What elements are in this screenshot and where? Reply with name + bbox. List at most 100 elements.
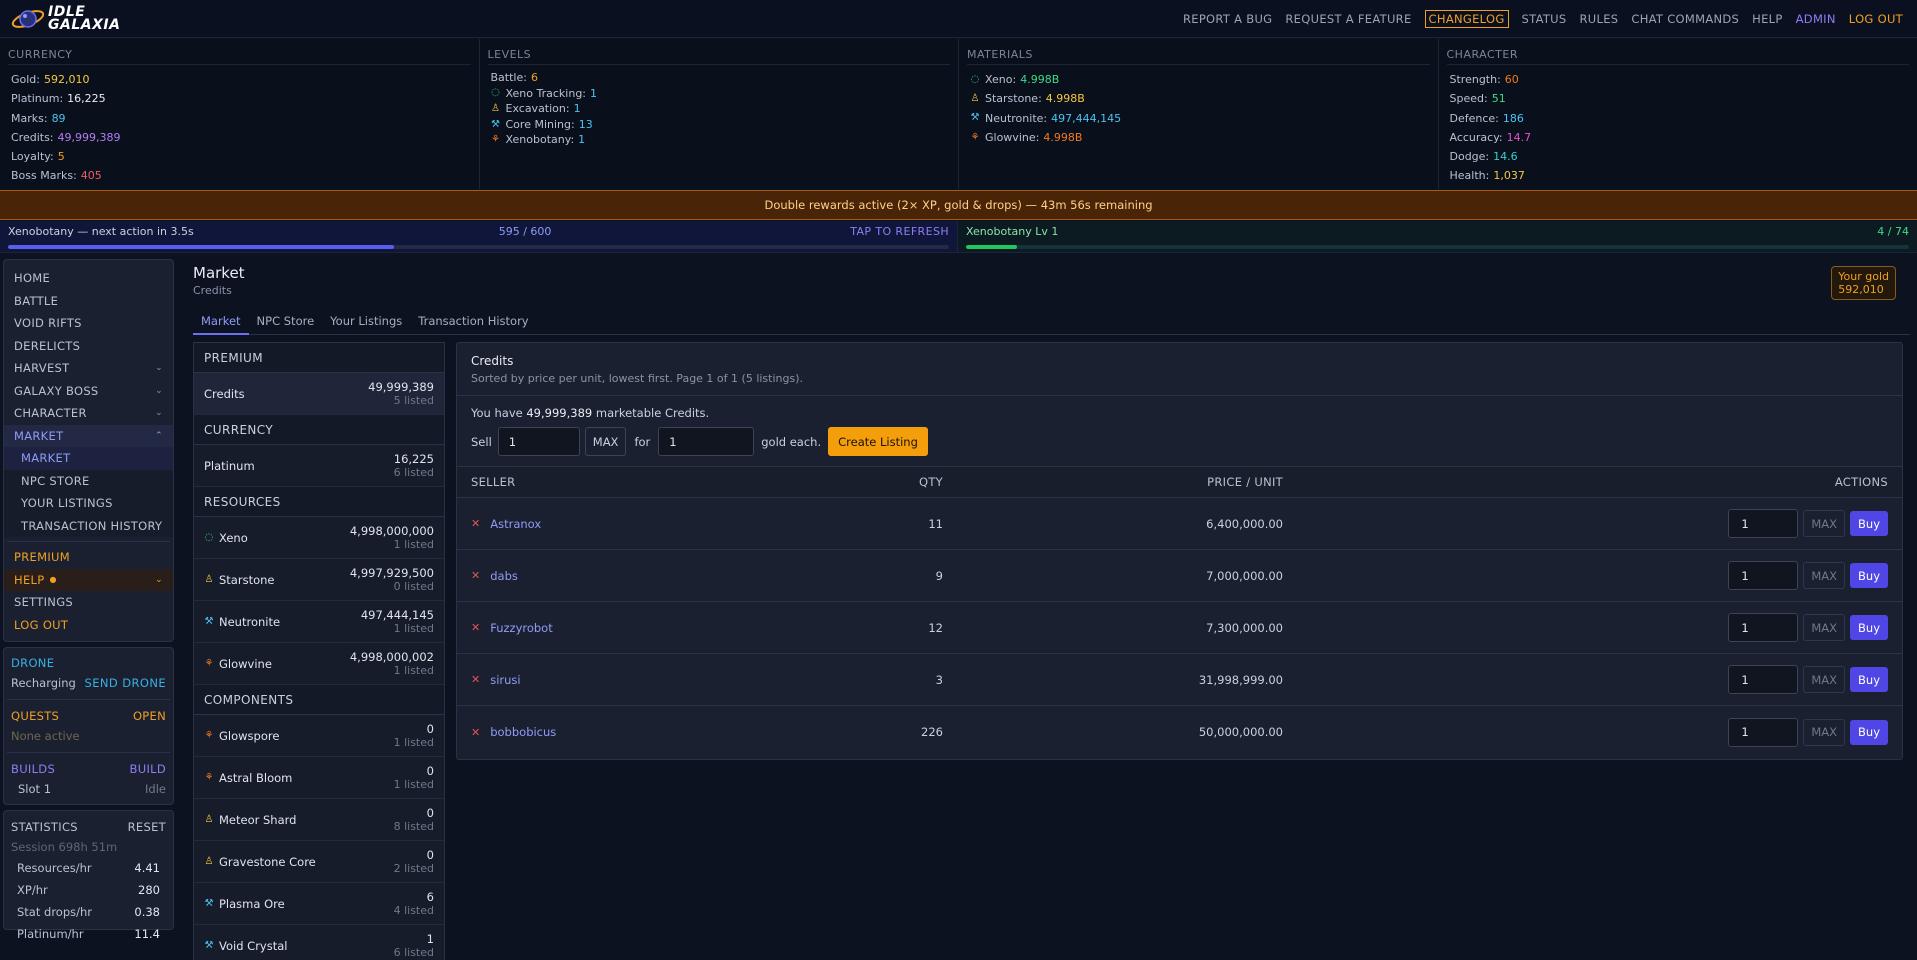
buy-button[interactable]: Buy — [1850, 563, 1888, 588]
sidebar-item-market[interactable]: MARKET ⌃ — [4, 424, 173, 447]
action-progress[interactable]: Xenobotany — next action in 3.5s 595 / 6… — [0, 221, 958, 252]
seller-name[interactable]: bobbobicus — [490, 725, 556, 739]
sidebar-item-void-rifts[interactable]: VOID RIFTS — [4, 312, 173, 335]
nav-report-bug[interactable]: REPORT A BUG — [1183, 12, 1272, 26]
tab-transaction-history[interactable]: Transaction History — [410, 311, 536, 335]
sidebar-item-battle[interactable]: BATTLE — [4, 290, 173, 313]
buy-button[interactable]: Buy — [1850, 719, 1888, 745]
statistics-reset-button[interactable]: RESET — [128, 820, 166, 834]
remove-x-icon[interactable]: ✕ — [471, 569, 480, 582]
nav-rules[interactable]: RULES — [1579, 12, 1618, 26]
gravestone-core-icon: ♙ — [204, 855, 214, 867]
sidebar-item-character[interactable]: CHARACTER ⌄ — [4, 402, 173, 425]
market-item-xeno[interactable]: ◌ Xeno 4,998,000,000 1 listed — [194, 517, 444, 559]
sidebar-item-harvest[interactable]: HARVEST ⌄ — [4, 357, 173, 380]
buy-button[interactable]: Buy — [1850, 667, 1888, 692]
sidebar-item-galaxy-boss[interactable]: GALAXY BOSS ⌄ — [4, 380, 173, 403]
buy-button[interactable]: Buy — [1850, 511, 1888, 536]
character-row: Dodge: 14.6 — [1447, 147, 1910, 166]
sidebar-item-settings[interactable]: SETTINGS — [4, 591, 173, 614]
main-content: Market Credits Your gold 592,010 Market … — [193, 264, 1910, 960]
quests-title: QUESTS — [11, 709, 60, 723]
quests-open-button[interactable]: OPEN — [133, 709, 166, 723]
nav-admin[interactable]: ADMIN — [1796, 12, 1836, 26]
build-button[interactable]: BUILD — [130, 762, 166, 776]
buy-max-button[interactable]: MAX — [1803, 510, 1846, 537]
market-item-void-crystal[interactable]: ⚒ Void Crystal 1 6 listed — [194, 925, 444, 960]
buy-button[interactable]: Buy — [1850, 615, 1888, 640]
listing-qty: 9 — [935, 568, 943, 583]
buy-quantity-input[interactable]: 1 — [1728, 717, 1799, 747]
market-item-gravestone-core[interactable]: ♙ Gravestone Core 0 2 listed — [194, 841, 444, 883]
buy-max-button[interactable]: MAX — [1803, 562, 1846, 589]
sell-quantity-input[interactable]: 1 — [497, 427, 580, 456]
buy-quantity-input[interactable]: 1 — [1728, 665, 1799, 694]
market-item-starstone[interactable]: ♙ Starstone 4,997,929,500 0 listed — [194, 559, 444, 601]
seller-name[interactable]: Astranox — [490, 517, 541, 531]
currency-value: 49,999,389 — [57, 130, 121, 144]
item-listed-count: 1 listed — [393, 537, 434, 551]
buy-quantity-input[interactable]: 1 — [1728, 561, 1799, 590]
sidebar-sub-npc-store[interactable]: NPC STORE — [4, 470, 173, 493]
character-title: CHARACTER — [1446, 48, 1909, 65]
quests-status: None active — [11, 729, 80, 743]
seller-name[interactable]: Fuzzyrobot — [490, 621, 553, 635]
nav-logout[interactable]: LOG OUT — [1849, 12, 1903, 26]
market-item-credits[interactable]: Credits 49,999,389 5 listed — [194, 373, 444, 415]
buy-max-button[interactable]: MAX — [1803, 614, 1846, 641]
nav-changelog[interactable]: CHANGELOG — [1424, 9, 1509, 28]
send-drone-button[interactable]: SEND DRONE — [85, 676, 166, 690]
nav-request-feature[interactable]: REQUEST A FEATURE — [1285, 12, 1411, 26]
price-input[interactable]: 1 — [658, 427, 755, 456]
app-logo[interactable]: IDLE GALAXIA — [10, 4, 120, 34]
listing-panel: Credits Sorted by price per unit, lowest… — [456, 342, 1903, 760]
buy-max-button[interactable]: MAX — [1803, 666, 1846, 693]
sidebar-item-label: DERELICTS — [14, 338, 81, 353]
market-item-platinum[interactable]: Platinum 16,225 6 listed — [194, 445, 444, 487]
market-item-glowvine[interactable]: ⚘ Glowvine 4,998,000,002 1 listed — [194, 643, 444, 685]
sidebar-item-help[interactable]: HELP ● ⌄ — [4, 568, 173, 591]
nav-status[interactable]: STATUS — [1522, 12, 1567, 26]
remove-x-icon[interactable]: ✕ — [471, 726, 480, 739]
remove-x-icon[interactable]: ✕ — [471, 517, 480, 530]
sidebar-item-derelicts[interactable]: DERELICTS — [4, 335, 173, 358]
sidebar-item-logout[interactable]: LOG OUT — [4, 614, 173, 637]
tab-your-listings[interactable]: Your Listings — [322, 311, 410, 335]
tap-to-refresh-button[interactable]: TAP TO REFRESH — [850, 225, 949, 239]
remove-x-icon[interactable]: ✕ — [471, 673, 480, 686]
tab-npc-store[interactable]: NPC Store — [249, 311, 323, 335]
levels-value: 1 — [578, 133, 586, 147]
buy-quantity-input[interactable]: 1 — [1728, 613, 1799, 642]
seller-name[interactable]: sirusi — [490, 673, 520, 687]
action-progress-count: 595 / 600 — [498, 225, 552, 238]
buy-quantity-input[interactable]: 1 — [1728, 509, 1799, 538]
market-item-meteor-shard[interactable]: ♙ Meteor Shard 0 8 listed — [194, 799, 444, 841]
sidebar-item-home[interactable]: HOME — [4, 267, 173, 290]
materials-row: ◌ Xeno: 4.998B — [967, 70, 1430, 89]
sidebar-item-premium[interactable]: PREMIUM — [4, 546, 173, 569]
top-nav: REPORT A BUG REQUEST A FEATURE CHANGELOG… — [1170, 9, 1903, 28]
market-item-plasma-ore[interactable]: ⚒ Plasma Ore 6 4 listed — [194, 883, 444, 925]
item-quantity: 6 — [426, 889, 434, 904]
item-name: ⚒ Plasma Ore — [204, 897, 285, 911]
currency-value: 5 — [57, 150, 65, 164]
sidebar-sub-your-listings[interactable]: YOUR LISTINGS — [4, 492, 173, 515]
xeno-icon: ◌ — [970, 73, 980, 85]
sell-max-button[interactable]: MAX — [584, 427, 627, 456]
market-item-astral-bloom[interactable]: ⚘ Astral Bloom 0 1 listed — [194, 757, 444, 799]
nav-chat-commands[interactable]: CHAT COMMANDS — [1631, 12, 1739, 26]
sidebar-sub-market[interactable]: MARKET — [4, 447, 173, 470]
tab-market[interactable]: Market — [193, 311, 249, 335]
seller-name[interactable]: dabs — [490, 569, 518, 583]
buy-max-button[interactable]: MAX — [1803, 718, 1846, 746]
currency-value: 16,225 — [67, 92, 106, 106]
nav-help[interactable]: HELP — [1752, 12, 1782, 26]
create-listing-button[interactable]: Create Listing — [828, 427, 928, 456]
character-value: 1,037 — [1493, 169, 1525, 183]
remove-x-icon[interactable]: ✕ — [471, 621, 480, 634]
market-item-glowspore[interactable]: ⚘ Glowspore 0 1 listed — [194, 715, 444, 757]
item-name: Credits — [204, 387, 245, 401]
market-item-neutronite[interactable]: ⚒ Neutronite 497,444,145 1 listed — [194, 601, 444, 643]
character-label: Strength: — [1449, 73, 1501, 86]
sidebar-sub-transaction-history[interactable]: TRANSACTION HISTORY — [4, 515, 173, 538]
